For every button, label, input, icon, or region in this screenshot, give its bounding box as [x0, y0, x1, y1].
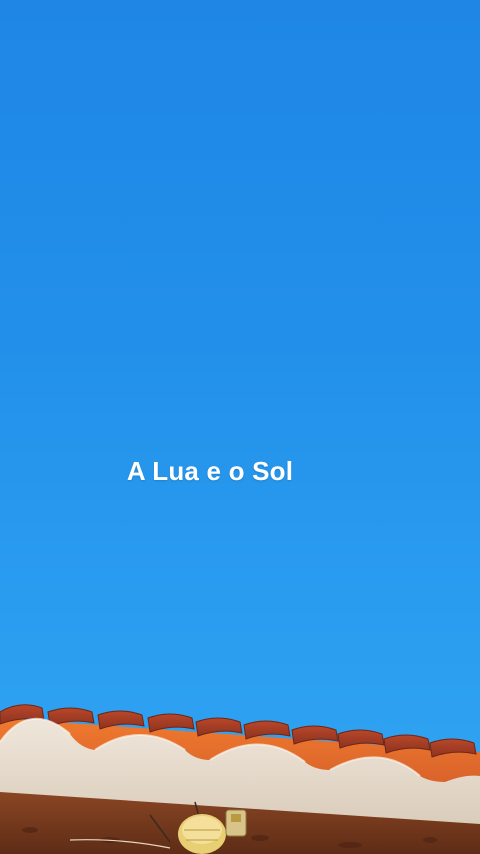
- video-caption: A Lua e o Sol: [126, 456, 294, 486]
- lamp-fixture-icon: [178, 809, 247, 854]
- video-frame[interactable]: A Lua e o Sol: [0, 0, 480, 854]
